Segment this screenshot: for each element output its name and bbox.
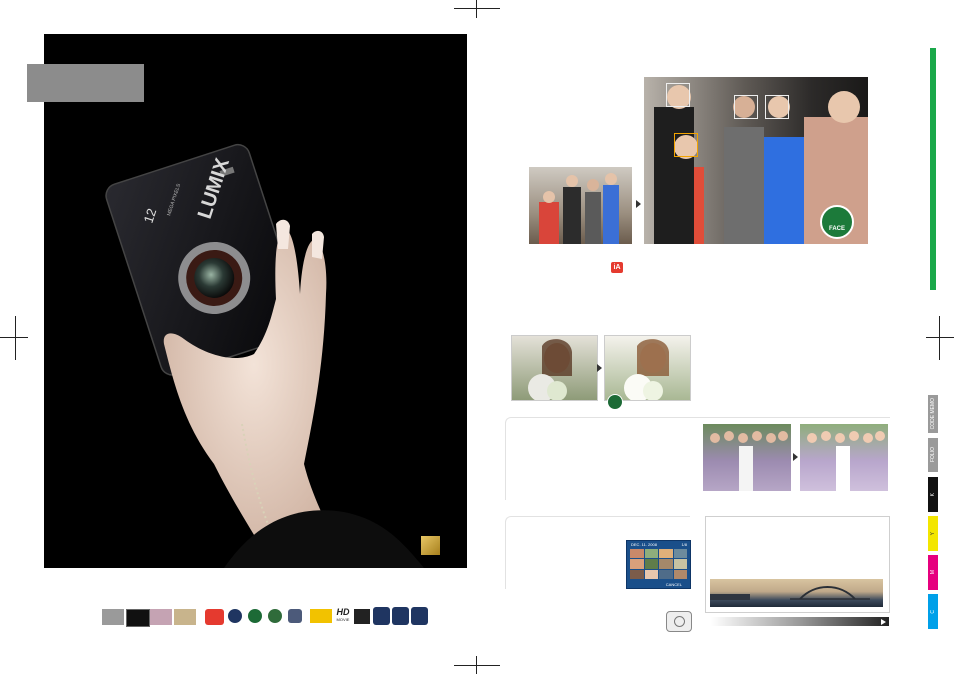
crop-mark-right-v (939, 316, 940, 360)
lcd-count: 1/8 (681, 542, 687, 547)
side-tab-c: C (928, 594, 938, 629)
face-frame (734, 95, 758, 119)
crop-mark-left-v (15, 316, 16, 360)
face-frame (666, 83, 690, 107)
lcd-thumbnail-grid (630, 549, 687, 579)
green-edge-bar (930, 48, 936, 290)
lcd-screen: DEC. 11. 2008 1/8 CANCEL (626, 540, 691, 589)
hd-label: HD (336, 607, 350, 617)
face-frame-active (674, 133, 698, 157)
sd-icon (354, 609, 370, 624)
stabilizer-icon (288, 609, 302, 623)
bridesmaids-photo-before (703, 424, 791, 491)
ia-icon (205, 609, 224, 625)
section-label-block (27, 64, 144, 102)
navy-block-3 (411, 607, 428, 625)
face-frame (765, 95, 789, 119)
lcd-cancel: CANCEL (665, 582, 682, 587)
arrow-right-icon (881, 619, 886, 625)
camera-color-silver-icon (102, 609, 124, 625)
arrow-right-icon (597, 364, 602, 372)
crop-mark-bottom-h (454, 665, 500, 666)
side-tab-k: K (928, 477, 938, 512)
bride-photo-before (511, 335, 598, 401)
progress-track (711, 617, 889, 626)
hero-illustration: LUMIX 12 MEGA PIXELS (105, 143, 424, 568)
camera-color-pink-icon (150, 609, 172, 625)
ia-label: iA (613, 264, 621, 271)
hd-sublabel: MOVIE (336, 617, 350, 622)
crop-mark-left-h (0, 337, 28, 338)
side-tab-code-memo: CODE MEMO (928, 395, 938, 433)
hd-movie-icon: HD MOVIE (334, 608, 352, 624)
crop-mark-right-h (926, 337, 954, 338)
mode-icon (228, 609, 242, 623)
group-photo-large-face-detect: FACE (644, 77, 868, 244)
bride-after-figure (624, 339, 669, 400)
panorama-bridge (710, 586, 870, 600)
panorama-photo (710, 579, 883, 607)
face-recognition-badge: FACE (820, 205, 854, 239)
face-badge-text: FACE (828, 226, 845, 232)
bridesmaids-photo-after (800, 424, 888, 491)
group-photo-small-figures (539, 173, 619, 244)
camera-outline-icon (666, 611, 692, 632)
group-photo-small (529, 167, 632, 244)
bride-before-figure (528, 339, 572, 400)
lens-icon (310, 609, 332, 623)
side-tab-folio: FOLIO (928, 438, 938, 472)
ia-icon: iA (611, 262, 623, 273)
camera-color-black-icon (126, 609, 150, 627)
hero-photo-camera-in-hand: LUMIX 12 MEGA PIXELS (44, 34, 467, 568)
bridesmaids-after-figures (807, 431, 885, 491)
lcd-date: DEC. 11. 2008 (631, 542, 657, 547)
side-tab-y: Y (928, 516, 938, 551)
scene-mode-badge (607, 394, 623, 410)
globe-icon (268, 609, 282, 623)
camera-color-gold-icon (174, 609, 196, 625)
crop-mark-top-h (454, 8, 500, 9)
bride-photo-after (604, 335, 691, 401)
gold-emblem (421, 536, 440, 555)
arrow-right-icon (636, 200, 641, 208)
crop-mark-top-v (476, 0, 477, 18)
arrow-right-icon (793, 453, 798, 461)
navy-block-2 (392, 607, 409, 625)
navy-block-1 (373, 607, 390, 625)
bridesmaids-before-figures (710, 431, 788, 491)
face-icon (248, 609, 262, 623)
side-tab-m: M (928, 555, 938, 590)
